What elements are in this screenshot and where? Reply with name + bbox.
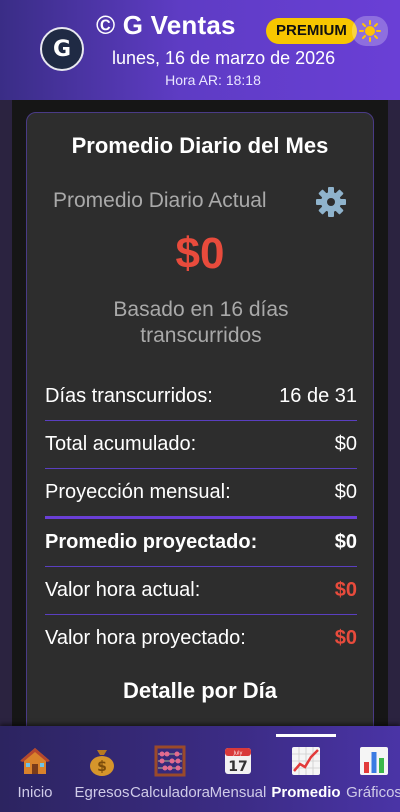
current-date: lunes, 16 de marzo de 2026 <box>112 48 336 68</box>
bar-chart-icon <box>360 747 388 775</box>
stat-label: Valor hora proyectado: <box>45 627 246 649</box>
house-icon <box>20 748 50 774</box>
nav-item-graficos[interactable]: Gráficos <box>340 726 400 812</box>
app-title: © G Ventas <box>96 10 236 40</box>
right-edge <box>388 100 400 726</box>
stat-row-projected-average: Promedio proyectado: $0 <box>45 519 357 567</box>
sun-icon <box>359 20 381 42</box>
nav-label: Gráficos <box>346 784 400 801</box>
active-indicator <box>276 734 336 737</box>
stat-label: Valor hora actual: <box>45 579 201 601</box>
chart-increasing-icon <box>292 747 320 775</box>
current-average-label: Promedio Diario Actual <box>53 189 267 212</box>
calendar-month: July <box>233 751 243 757</box>
left-edge <box>0 100 12 726</box>
svg-text:$: $ <box>97 759 107 775</box>
money-bag-icon: $ <box>90 750 114 776</box>
calendar-day: 17 <box>228 759 247 775</box>
stat-row-hour-projected: Valor hora proyectado: $0 <box>45 615 357 662</box>
app-header: G © G Ventas PREMIUM lunes, 16 de marzo … <box>0 0 400 100</box>
abacus-icon <box>154 745 186 777</box>
stat-value: $0 <box>334 579 357 601</box>
daily-detail-title: Detalle por Día <box>122 678 278 703</box>
card-title: Promedio Diario del Mes <box>71 133 329 158</box>
current-time: Hora AR: 18:18 <box>165 72 261 88</box>
gear-icon[interactable] <box>314 185 348 219</box>
stat-label: Promedio proyectado: <box>45 531 258 553</box>
stat-value: 16 de 31 <box>279 385 357 407</box>
stat-row-days: Días transcurridos: 16 de 31 <box>45 373 357 421</box>
calendar-icon: July 17 <box>225 748 251 775</box>
stat-value: $0 <box>334 433 357 455</box>
user-avatar[interactable]: G <box>40 27 84 71</box>
stat-value: $0 <box>334 531 357 553</box>
bottom-nav: Inicio $ Egresos Calculadora July 17 Men… <box>0 726 400 812</box>
stat-label: Total acumulado: <box>45 433 197 455</box>
basis-text: Basado en 16 días transcurridos <box>113 298 289 347</box>
stat-label: Días transcurridos: <box>45 385 213 407</box>
current-average-value: $0 <box>175 229 225 278</box>
daily-average-card: Promedio Diario del Mes Promedio Diario … <box>26 112 374 752</box>
stat-row-total: Total acumulado: $0 <box>45 421 357 469</box>
stat-row-hour-current: Valor hora actual: $0 <box>45 567 357 615</box>
stats-list: Días transcurridos: 16 de 31 Total acumu… <box>45 373 357 662</box>
stat-row-projection: Proyección mensual: $0 <box>45 469 357 519</box>
premium-badge[interactable]: PREMIUM <box>266 18 357 44</box>
theme-toggle-button[interactable] <box>352 16 388 46</box>
stat-value: $0 <box>334 481 357 503</box>
stat-value: $0 <box>334 627 357 649</box>
stat-label: Proyección mensual: <box>45 481 231 503</box>
